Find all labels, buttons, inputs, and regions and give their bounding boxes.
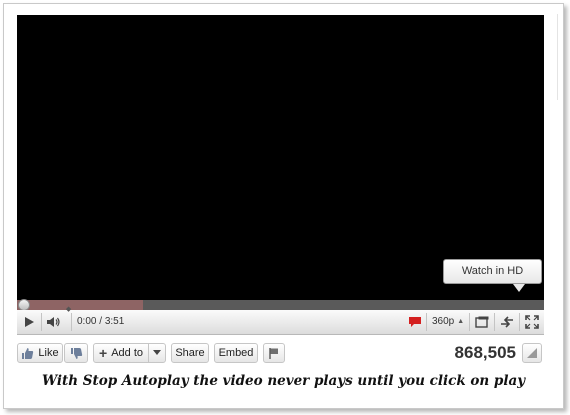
fullscreen-icon [525, 315, 539, 329]
annotations-button[interactable] [407, 310, 423, 334]
embed-label: Embed [218, 347, 254, 359]
speech-bubble-icon [409, 317, 421, 327]
statistics-button[interactable] [522, 343, 542, 363]
fullscreen-button[interactable] [520, 310, 544, 334]
video-screen[interactable] [17, 15, 544, 300]
play-icon [25, 317, 34, 327]
popout-button[interactable] [470, 310, 494, 334]
popout-icon [475, 316, 489, 328]
page-edge-divider [557, 14, 562, 100]
play-button[interactable] [17, 310, 41, 334]
embed-button[interactable]: Embed [214, 343, 258, 363]
time-separator: / [96, 316, 105, 327]
share-button[interactable]: Share [171, 343, 209, 363]
progress-bar[interactable] [17, 299, 544, 311]
current-time: 0:00 [77, 316, 97, 327]
total-time: 3:51 [104, 316, 125, 327]
quality-label: 360p [432, 316, 455, 327]
caret-up-icon: ▲ [457, 318, 465, 325]
view-count: 868,505 [454, 343, 516, 362]
speaker-icon [47, 317, 60, 327]
plus-icon: + [99, 345, 108, 361]
add-to-label: Add to [111, 347, 143, 359]
watch-in-hd-tooltip: Watch in HD [443, 259, 542, 284]
add-to-dropdown-button[interactable] [148, 343, 166, 363]
expand-arrows-icon [501, 316, 513, 328]
thumbs-up-icon [22, 347, 34, 359]
flag-icon [269, 348, 278, 359]
quality-selector[interactable]: 360p ▲ [432, 310, 464, 334]
screenshot-frame: Watch in HD ◆ 0:00 / 3:51 360p ▲ Like + … [3, 3, 564, 409]
progress-loaded [17, 300, 144, 310]
share-label: Share [175, 347, 205, 359]
flag-button[interactable] [263, 343, 285, 363]
thumbs-down-icon [70, 347, 82, 359]
controls-divider [426, 313, 427, 331]
time-display: 0:00 / 3:51 [77, 310, 124, 334]
like-button[interactable]: Like [17, 343, 63, 363]
expand-player-button[interactable] [495, 310, 519, 334]
volume-button[interactable] [42, 310, 66, 334]
add-to-button[interactable]: + Add to [93, 343, 149, 363]
tooltip-pointer [513, 284, 525, 292]
stats-chart-icon [527, 348, 537, 358]
like-label: Like [38, 347, 59, 359]
caption-text: With Stop Autoplay the video never plays… [41, 373, 526, 389]
chevron-down-icon [153, 350, 161, 355]
player-controls: ◆ 0:00 / 3:51 360p ▲ [17, 306, 544, 335]
controls-divider [71, 313, 72, 331]
dislike-button[interactable] [64, 343, 88, 363]
